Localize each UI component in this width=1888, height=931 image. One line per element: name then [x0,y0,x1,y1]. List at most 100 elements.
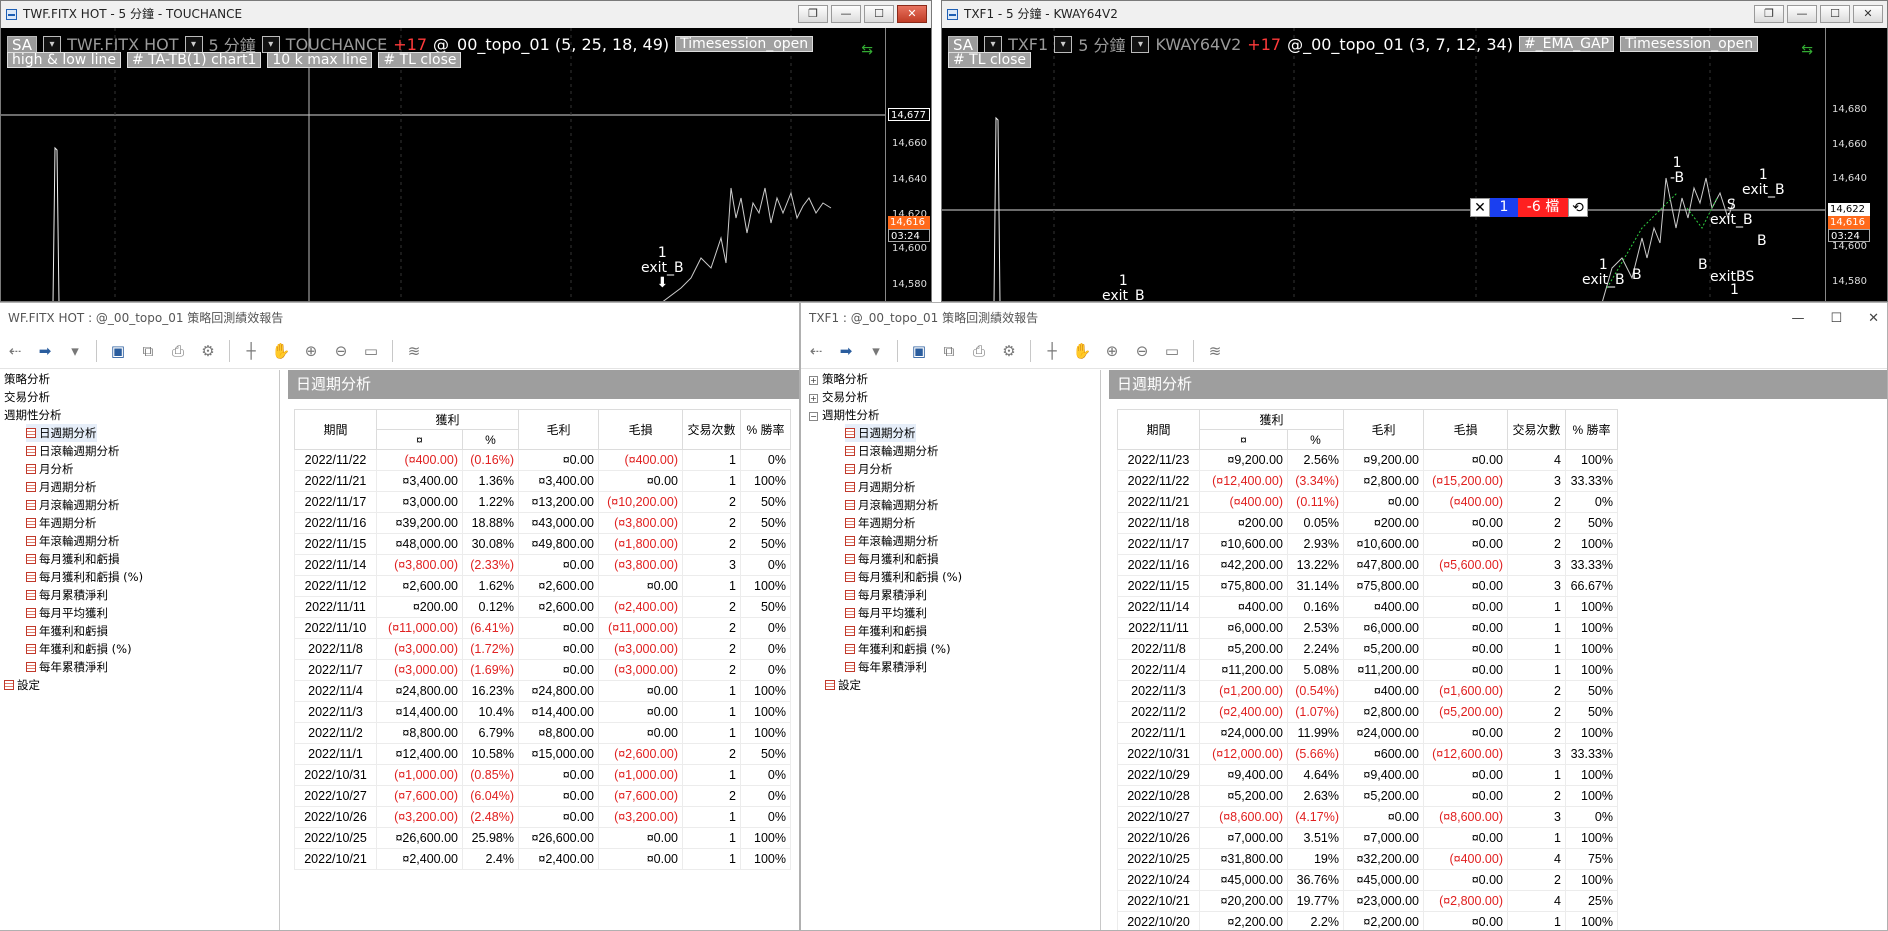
symbol-label[interactable]: TWF.FITX HOT [67,35,178,54]
tree-node[interactable]: 月滾輪週期分析 [845,496,939,514]
zoom-in-icon[interactable]: ⊕ [300,340,322,362]
tree-node[interactable]: 每月獲利和虧損 [26,550,120,568]
restore-icon[interactable]: ❐ [798,5,828,23]
tree-node[interactable]: 日滾輪週期分析 [26,442,120,460]
table-row[interactable]: 2022/11/4 ¤11,200.00 5.08% ¤11,200.00 ¤0.00 1… [1117,659,1618,681]
left-price-plot[interactable]: 1 exit_B ⬇ SA ▾ TWF.FITX HOT ▾ 5 分鐘 ▾ TO… [1,28,885,301]
gear-icon[interactable]: ⚙ [998,340,1020,362]
table-row[interactable]: 2022/10/25 ¤26,600.00 25.98% ¤26,600.00 ¤0.0… [294,827,791,849]
expand-icon[interactable]: + [809,394,818,403]
collapse-icon[interactable]: − [809,412,818,421]
table-row[interactable]: 2022/11/8 ¤5,200.00 2.24% ¤5,200.00 ¤0.00 1 10… [1117,638,1618,660]
table-row[interactable]: 2022/10/20 ¤2,200.00 2.2% ¤2,200.00 ¤0.00 1 10… [1117,911,1618,930]
table-row[interactable]: 2022/11/17 ¤3,000.00 1.22% ¤13,200.00 (¤10,2… [294,491,791,513]
table-row[interactable]: 2022/11/1 ¤24,000.00 11.99% ¤24,000.00 ¤0.00… [1117,722,1618,744]
col-percent[interactable]: % [462,429,519,450]
table-row[interactable]: 2022/11/2 ¤8,800.00 6.79% ¤8,800.00 ¤0.00 1 10… [294,722,791,744]
tree-node-selected[interactable]: 日週期分析 [26,424,97,442]
session-chip[interactable]: Timesession_open [675,36,814,52]
table-row[interactable]: 2022/10/29 ¤9,400.00 4.64% ¤9,400.00 ¤0.00 1 1… [1117,764,1618,786]
table-row[interactable]: 2022/11/18 ¤200.00 0.05% ¤200.00 ¤0.00 2 50% [1117,512,1618,534]
left-price-axis[interactable]: 14,677 14,660 14,640 14,620 14,616 03:24… [885,28,931,301]
table-row[interactable]: 2022/11/16 ¤39,200.00 18.88% ¤43,000.00 (¤3,… [294,512,791,534]
table-row[interactable]: 2022/10/31 (¤12,000.00) (5.66%) ¤600.00 (¤12… [1117,743,1618,765]
chart-style-icon[interactable]: ≋ [1204,340,1226,362]
maximize-button[interactable]: ☐ [864,5,894,23]
indicator-chip[interactable]: 10 k max line [267,52,373,68]
tree-node[interactable]: 年滾輪週期分析 [845,532,939,550]
chevron-down-icon[interactable]: ▾ [184,35,203,53]
minimize-button[interactable]: — [1791,311,1804,326]
save-icon[interactable]: ▣ [908,340,930,362]
table-row[interactable]: 2022/11/14 (¤3,800.00) (2.33%) ¤0.00 (¤3,800… [294,554,791,576]
col-trades[interactable]: 交易次數 [682,409,741,450]
table-row[interactable]: 2022/10/27 (¤7,600.00) (6.04%) ¤0.00 (¤7,600… [294,785,791,807]
trend-arrows-icon[interactable]: ⇆ [861,42,873,58]
chart-style-icon[interactable]: ≋ [403,340,425,362]
order-position[interactable]: -6 檔 [1518,198,1568,217]
table-row[interactable]: 2022/11/7 (¤3,000.00) (1.69%) ¤0.00 (¤3,000.… [294,659,791,681]
tree-node[interactable]: 月週期分析 [26,478,97,496]
actual-size-icon[interactable]: ▭ [360,340,382,362]
minimize-button[interactable]: — [1787,5,1817,23]
close-order-icon[interactable]: ✕ [1470,198,1490,217]
chevron-down-icon[interactable]: ▾ [64,340,86,362]
table-row[interactable]: 2022/11/2 (¤2,400.00) (1.07%) ¤2,800.00 (¤5,… [1117,701,1618,723]
tree-node[interactable]: + 交易分析 [809,388,868,406]
col-trades[interactable]: 交易次數 [1507,409,1566,450]
table-row[interactable]: 2022/10/25 ¤31,800.00 19% ¤32,200.00 (¤400.0… [1117,848,1618,870]
back-icon[interactable]: ⇠ [805,340,827,362]
tree-node[interactable]: 年獲利和虧損 [845,622,927,640]
indicator-chip[interactable]: high & low line [7,52,121,68]
forward-icon[interactable]: ➡ [835,340,857,362]
col-gross-loss[interactable]: 毛損 [1423,409,1508,450]
table-row[interactable]: 2022/10/26 ¤7,000.00 3.51% ¤7,000.00 ¤0.00 1 1… [1117,827,1618,849]
tree-node[interactable]: + 策略分析 [809,370,868,388]
tree-node[interactable]: 日滾輪週期分析 [845,442,939,460]
save-icon[interactable]: ▣ [107,340,129,362]
col-currency[interactable]: ¤ [376,429,463,450]
tree-node[interactable]: 年獲利和虧損 (%) [845,640,951,658]
hand-icon[interactable]: ✋ [1071,340,1093,362]
zoom-in-icon[interactable]: ⊕ [1101,340,1123,362]
tree-node[interactable]: 每月獲利和虧損 [845,550,939,568]
table-row[interactable]: 2022/10/28 ¤5,200.00 2.63% ¤5,200.00 ¤0.00 2 1… [1117,785,1618,807]
col-profit[interactable]: 獲利 [376,409,519,430]
maximize-button[interactable]: ☐ [1820,5,1850,23]
close-button[interactable]: ✕ [897,5,927,23]
tree-node[interactable]: 月滾輪週期分析 [26,496,120,514]
table-row[interactable]: 2022/11/3 (¤1,200.00) (0.54%) ¤400.00 (¤1,60… [1117,680,1618,702]
tree-node-selected[interactable]: 日週期分析 [845,424,916,442]
expand-icon[interactable]: + [809,376,818,385]
table-row[interactable]: 2022/11/22 (¤400.00) (0.16%) ¤0.00 (¤400.00)… [294,449,791,471]
table-row[interactable]: 2022/11/1 ¤12,400.00 10.58% ¤15,000.00 (¤2,6… [294,743,791,765]
col-profit[interactable]: 獲利 [1199,409,1344,430]
col-gross-loss[interactable]: 毛損 [598,409,683,450]
tree-node[interactable]: 每月平均獲利 [26,604,108,622]
col-gross-profit[interactable]: 毛利 [1343,409,1424,450]
sa-box[interactable]: SA [7,35,38,53]
minimize-button[interactable]: — [831,5,861,23]
col-winrate[interactable]: % 勝率 [740,409,791,450]
tree-node[interactable]: 策略分析 [4,370,50,388]
tree-node[interactable]: 每月累積淨利 [26,586,108,604]
table-row[interactable]: 2022/11/14 ¤400.00 0.16% ¤400.00 ¤0.00 1 100% [1117,596,1618,618]
right-report-title[interactable]: TXF1 : @_00_topo_01 策略回測績效報告 [801,303,1887,333]
order-qty[interactable]: 1 [1490,198,1518,217]
trend-arrows-icon[interactable]: ⇆ [1801,42,1813,58]
table-row[interactable]: 2022/11/15 ¤75,800.00 31.14% ¤75,800.00 ¤0.0… [1117,575,1618,597]
table-row[interactable]: 2022/10/24 ¤45,000.00 36.76% ¤45,000.00 ¤0.0… [1117,869,1618,891]
tree-node[interactable]: 每月平均獲利 [845,604,927,622]
strategy-label[interactable]: @_00_topo_01 (3, 7, 12, 34) [1287,35,1513,54]
zoom-out-icon[interactable]: ⊖ [1131,340,1153,362]
chevron-down-icon[interactable]: ▾ [984,35,1003,53]
close-button[interactable]: ✕ [1853,5,1883,23]
chevron-down-icon[interactable]: ▾ [865,340,887,362]
sa-box[interactable]: SA [948,35,979,53]
crosshair-icon[interactable]: ┼ [1041,340,1063,362]
table-row[interactable]: 2022/11/17 ¤10,600.00 2.93% ¤10,600.00 ¤0.00… [1117,533,1618,555]
back-icon[interactable]: ⇠ [4,340,26,362]
col-period[interactable]: 期間 [294,409,377,450]
table-row[interactable]: 2022/11/15 ¤48,000.00 30.08% ¤49,800.00 (¤1,… [294,533,791,555]
table-row[interactable]: 2022/10/31 (¤1,000.00) (0.85%) ¤0.00 (¤1,000… [294,764,791,786]
